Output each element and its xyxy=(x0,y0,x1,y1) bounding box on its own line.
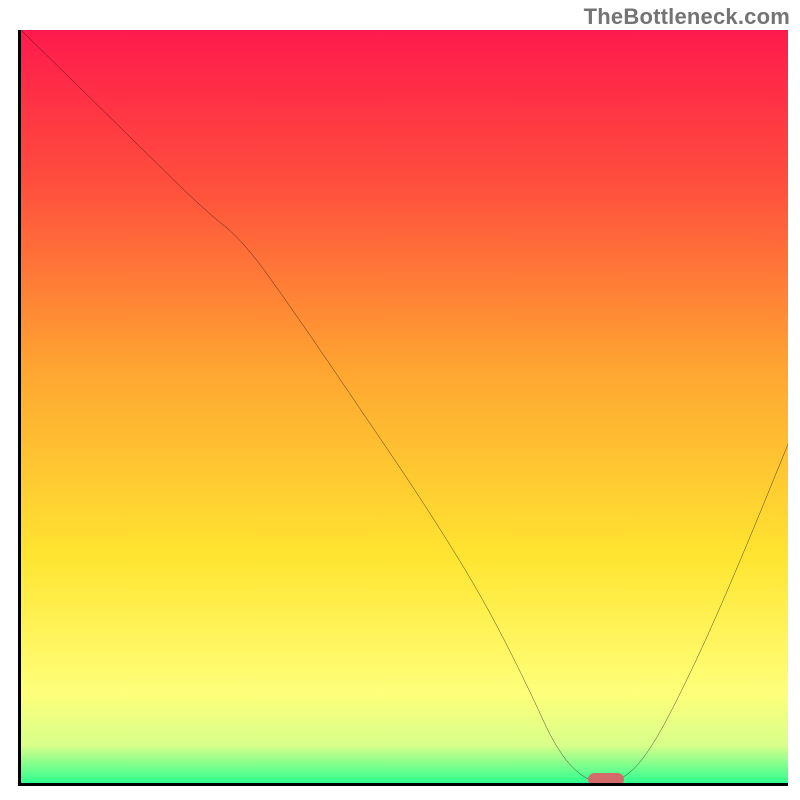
chart-container: TheBottleneck.com xyxy=(0,0,800,800)
optimal-marker xyxy=(588,773,624,786)
attribution-text: TheBottleneck.com xyxy=(584,4,790,30)
bottleneck-curve xyxy=(21,30,788,783)
plot-area xyxy=(18,30,788,786)
